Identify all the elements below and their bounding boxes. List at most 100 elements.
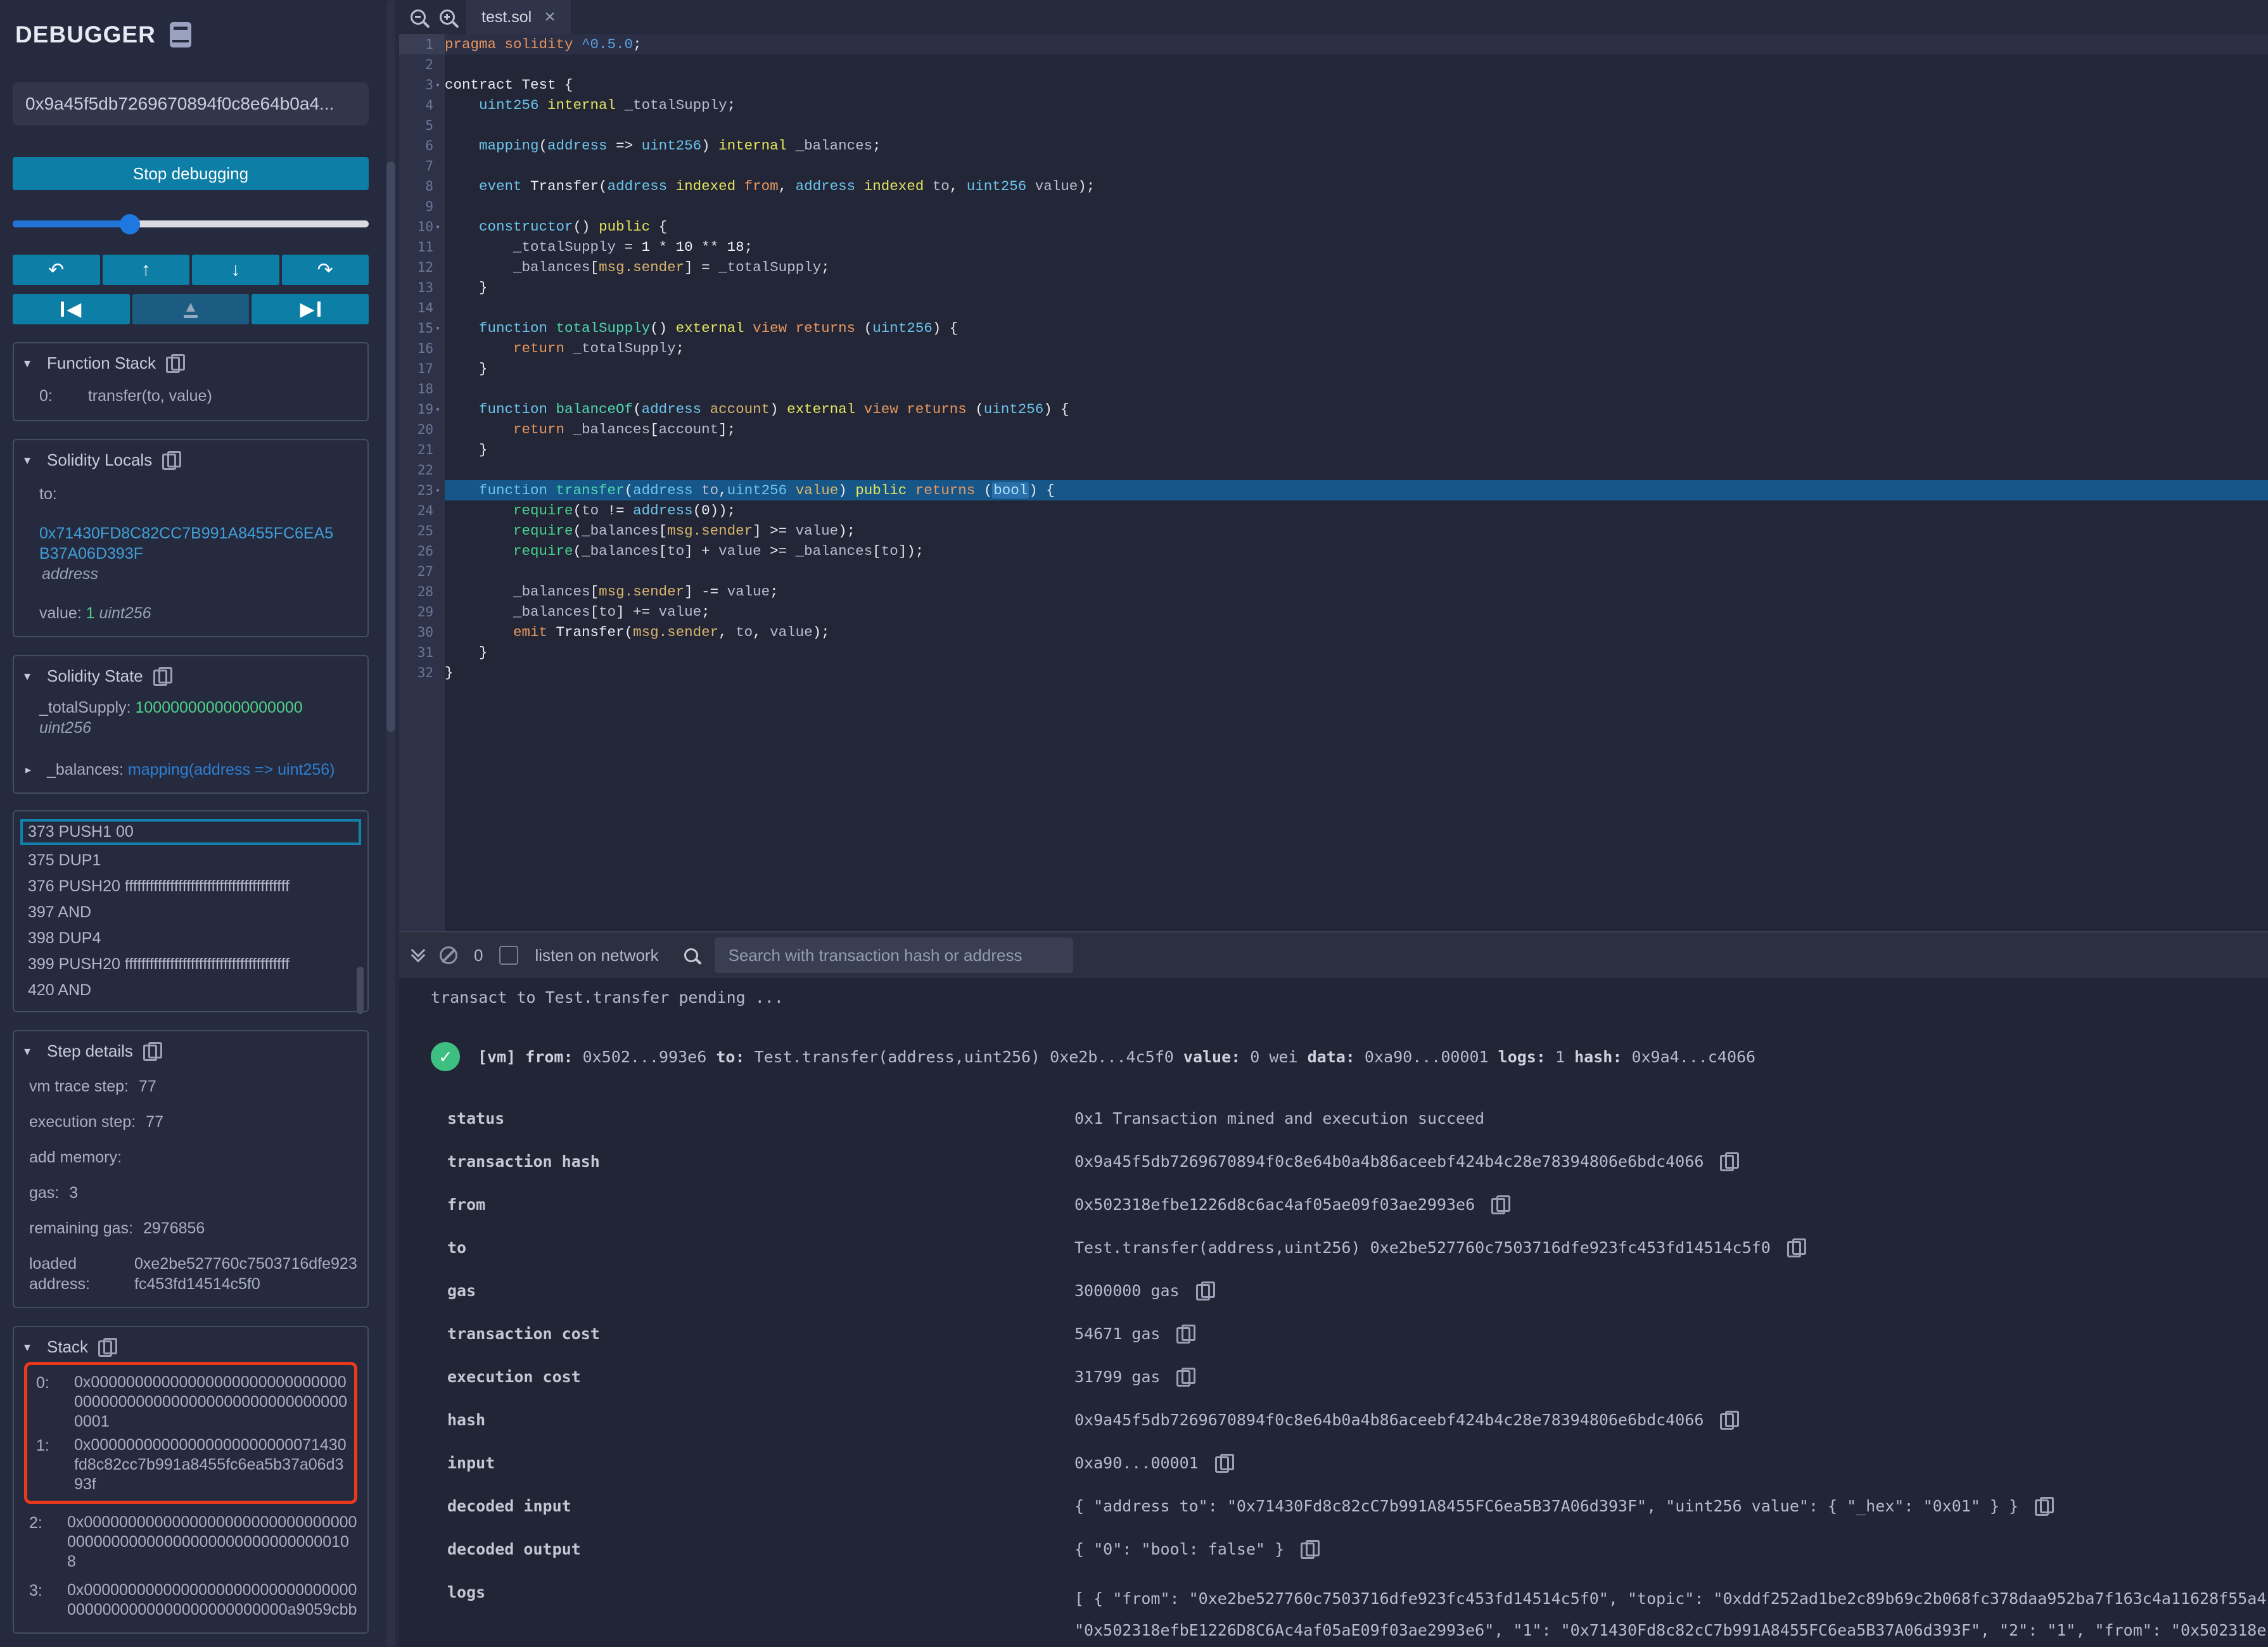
tab-test-sol[interactable]: test.sol × xyxy=(466,0,571,34)
line-number-gutter[interactable]: 22 xyxy=(399,460,445,480)
code-line[interactable]: 29 _balances[to] += value; xyxy=(399,602,2268,622)
code-line[interactable]: 9 xyxy=(399,196,2268,217)
tx-detail-value[interactable]: { "address to": "0x71430Fd8c82cC7b991A84… xyxy=(1074,1497,2051,1516)
copy-icon[interactable] xyxy=(162,451,179,470)
jump-previous-breakpoint-button[interactable]: ◀ xyxy=(13,294,130,324)
step-back-button[interactable]: ↑ xyxy=(103,255,190,285)
code-line[interactable]: 22 xyxy=(399,460,2268,480)
stack-item[interactable]: 2:0x000000000000000000000000000000000000… xyxy=(24,1513,357,1572)
fold-caret-icon[interactable]: ▾ xyxy=(433,399,442,419)
zoom-in-icon[interactable] xyxy=(440,10,455,25)
line-number-gutter[interactable]: 27 xyxy=(399,561,445,582)
copy-icon[interactable] xyxy=(1176,1368,1193,1387)
stack-item[interactable]: 3:0x000000000000000000000000000000000000… xyxy=(24,1580,357,1620)
code-line[interactable]: 23▾ function transfer(address to,uint256… xyxy=(399,480,2268,500)
code-line[interactable]: 7 xyxy=(399,156,2268,176)
line-number-gutter[interactable]: 1 xyxy=(399,34,445,54)
code-line[interactable]: 31 } xyxy=(399,642,2268,663)
code-line[interactable]: 6 mapping(address => uint256) internal _… xyxy=(399,136,2268,156)
tx-detail-value[interactable]: 0x9a45f5db7269670894f0c8e64b0a4b86aceebf… xyxy=(1074,1411,1736,1430)
opcode-item[interactable]: 376 PUSH20 fffffffffffffffffffffffffffff… xyxy=(20,874,361,900)
opcode-item[interactable]: 398 DUP4 xyxy=(20,925,361,951)
code-line[interactable]: 30 emit Transfer(msg.sender, to, value); xyxy=(399,622,2268,642)
code-line[interactable]: 26 require(_balances[to] + value >= _bal… xyxy=(399,541,2268,561)
copy-icon[interactable] xyxy=(1176,1325,1193,1344)
stack-item[interactable]: 0:0x000000000000000000000000000000000000… xyxy=(31,1373,350,1432)
step-over-forward-button[interactable]: ↷ xyxy=(282,255,369,285)
listen-on-network-checkbox[interactable] xyxy=(499,946,518,965)
line-number-gutter[interactable]: 4 xyxy=(399,95,445,115)
opcode-item[interactable]: 399 PUSH20 fffffffffffffffffffffffffffff… xyxy=(20,951,361,977)
copy-icon[interactable] xyxy=(1787,1238,1804,1257)
code-line[interactable]: 3▾contract Test { xyxy=(399,75,2268,95)
fold-caret-icon[interactable]: ▾ xyxy=(433,75,442,95)
opcodes-scrollbar-thumb[interactable] xyxy=(357,967,364,1014)
line-number-gutter[interactable]: 20 xyxy=(399,419,445,440)
terminal-search-input[interactable] xyxy=(715,938,1073,973)
code-line[interactable]: 32} xyxy=(399,663,2268,683)
code-line[interactable]: 15▾ function totalSupply() external view… xyxy=(399,318,2268,338)
opcode-item[interactable]: 420 AND xyxy=(20,977,361,1003)
code-line[interactable]: 5 xyxy=(399,115,2268,136)
step-details-header[interactable]: ▾ Step details xyxy=(24,1041,357,1061)
copy-icon[interactable] xyxy=(143,1042,160,1061)
stack-item[interactable]: 1:0x00000000000000000000000071430fd8c82c… xyxy=(31,1435,350,1494)
fold-caret-icon[interactable]: ▾ xyxy=(433,480,442,500)
stack-header[interactable]: ▾ Stack xyxy=(24,1337,357,1357)
code-line[interactable]: 4 uint256 internal _totalSupply; xyxy=(399,95,2268,115)
copy-icon[interactable] xyxy=(1491,1195,1508,1214)
close-icon[interactable]: × xyxy=(544,8,556,27)
tx-detail-value[interactable]: 31799 gas xyxy=(1074,1368,1193,1387)
line-number-gutter[interactable]: 9 xyxy=(399,196,445,217)
solidity-state-header[interactable]: ▾ Solidity State xyxy=(24,666,357,686)
stop-debugging-button[interactable]: Stop debugging xyxy=(13,157,369,190)
tx-detail-value[interactable]: Test.transfer(address,uint256) 0xe2be527… xyxy=(1074,1238,1804,1257)
line-number-gutter[interactable]: 11 xyxy=(399,237,445,257)
opcode-item[interactable]: 375 DUP1 xyxy=(20,848,361,874)
copy-icon[interactable] xyxy=(1301,1540,1317,1559)
line-number-gutter[interactable]: 15▾ xyxy=(399,318,445,338)
code-line[interactable]: 10▾ constructor() public { xyxy=(399,217,2268,237)
line-number-gutter[interactable]: 28 xyxy=(399,582,445,602)
copy-icon[interactable] xyxy=(1720,1152,1736,1171)
code-line[interactable]: 28 _balances[msg.sender] -= value; xyxy=(399,582,2268,602)
code-line[interactable]: 27 xyxy=(399,561,2268,582)
copy-icon[interactable] xyxy=(98,1338,115,1357)
fold-caret-icon[interactable]: ▾ xyxy=(433,217,442,237)
zoom-out-icon[interactable] xyxy=(411,10,426,25)
tx-hash-input[interactable] xyxy=(13,82,369,125)
code-line[interactable]: 25 require(_balances[msg.sender] >= valu… xyxy=(399,521,2268,541)
code-line[interactable]: 16 return _totalSupply; xyxy=(399,338,2268,359)
copy-icon[interactable] xyxy=(1215,1454,1232,1473)
line-number-gutter[interactable]: 7 xyxy=(399,156,445,176)
fold-caret-icon[interactable]: ▾ xyxy=(433,318,442,338)
caret-right-icon[interactable]: ▸ xyxy=(25,760,38,780)
code-line[interactable]: 19▾ function balanceOf(address account) … xyxy=(399,399,2268,419)
line-number-gutter[interactable]: 8 xyxy=(399,176,445,196)
line-number-gutter[interactable]: 30 xyxy=(399,622,445,642)
opcode-item[interactable]: 397 AND xyxy=(20,900,361,925)
line-number-gutter[interactable]: 13 xyxy=(399,277,445,298)
tx-detail-value[interactable]: 0x502318efbe1226d8c6ac4af05ae09f03ae2993… xyxy=(1074,1195,1508,1214)
code-lines[interactable]: 1pragma solidity ^0.5.0;23▾contract Test… xyxy=(399,34,2268,931)
docs-book-icon[interactable] xyxy=(170,22,191,48)
line-number-gutter[interactable]: 25 xyxy=(399,521,445,541)
code-line[interactable]: 1pragma solidity ^0.5.0; xyxy=(399,34,2268,54)
copy-icon[interactable] xyxy=(2035,1497,2051,1516)
line-number-gutter[interactable]: 10▾ xyxy=(399,217,445,237)
code-line[interactable]: 11 _totalSupply = 1 * 10 ** 18; xyxy=(399,237,2268,257)
opcode-item[interactable]: 373 PUSH1 00 xyxy=(20,819,361,845)
copy-icon[interactable] xyxy=(166,354,182,373)
line-number-gutter[interactable]: 31 xyxy=(399,642,445,663)
copy-icon[interactable] xyxy=(1196,1281,1213,1300)
line-number-gutter[interactable]: 32 xyxy=(399,663,445,683)
copy-icon[interactable] xyxy=(1720,1411,1736,1430)
line-number-gutter[interactable]: 14 xyxy=(399,298,445,318)
tx-detail-value[interactable]: [ { "from": "0xe2be527760c7503716dfe923f… xyxy=(1074,1583,2266,1647)
tx-detail-value[interactable]: 0xa90...00001 xyxy=(1074,1454,1232,1473)
terminal-content[interactable]: transact to Test.transfer pending ... ✓ … xyxy=(399,978,2268,1647)
line-number-gutter[interactable]: 21 xyxy=(399,440,445,460)
slider-thumb[interactable] xyxy=(120,214,140,234)
line-number-gutter[interactable]: 26 xyxy=(399,541,445,561)
line-number-gutter[interactable]: 5 xyxy=(399,115,445,136)
